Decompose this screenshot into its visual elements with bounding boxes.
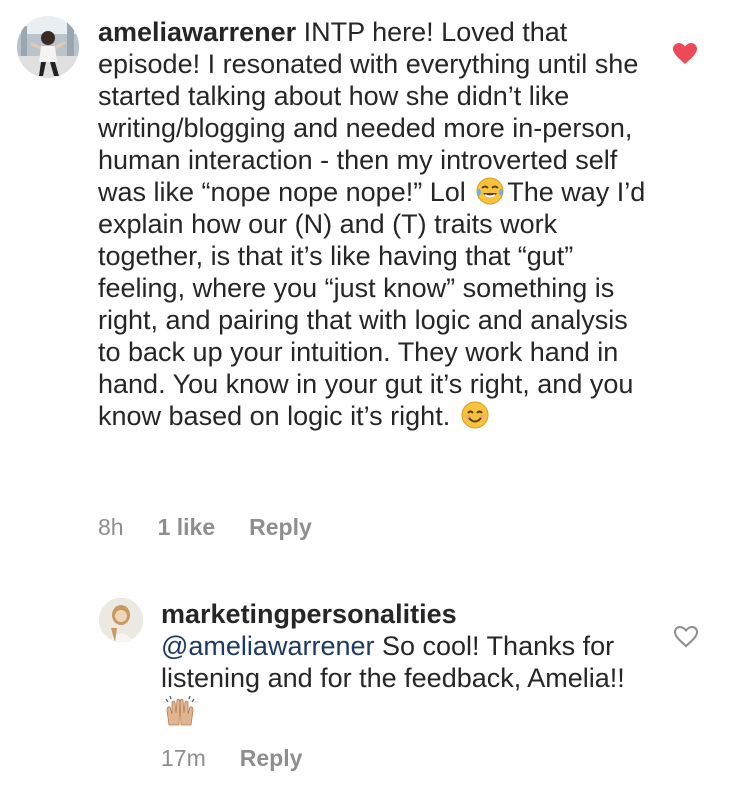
avatar[interactable] (99, 598, 143, 642)
comment-body: ameliawarrener INTP here! Loved that epi… (98, 16, 648, 432)
raising-hands-icon (163, 694, 197, 726)
mention-link[interactable]: @ameliawarrener (161, 631, 374, 661)
comment-body: @ameliawarrener So cool! Thanks for list… (161, 630, 631, 728)
comment-ameliawarrener: ameliawarrener INTP here! Loved that epi… (0, 0, 732, 560)
reply-button[interactable]: Reply (240, 745, 303, 772)
comment-timestamp: 17m (161, 745, 206, 771)
heart-outline-icon[interactable] (673, 625, 699, 649)
reply-button[interactable]: Reply (249, 514, 312, 541)
comment-meta: 8h 1 like Reply (98, 514, 346, 541)
comment-username-line: marketingpersonalities (161, 598, 661, 630)
comment-meta: 17m Reply (161, 745, 336, 772)
comment-text-part2: The way I’d explain how our (N) and (T) … (98, 177, 653, 431)
smiling-face-icon (460, 400, 490, 430)
comment-marketingpersonalities: marketingpersonalities @ameliawarrener S… (0, 590, 732, 787)
face-with-tears-of-joy-icon (475, 176, 505, 206)
likes-count[interactable]: 1 like (158, 514, 216, 541)
heart-filled-icon[interactable] (672, 42, 698, 66)
comment-username[interactable]: marketingpersonalities (161, 599, 457, 629)
comment-timestamp: 8h (98, 514, 124, 540)
comment-username[interactable]: ameliawarrener (98, 17, 296, 47)
avatar[interactable] (17, 16, 79, 78)
